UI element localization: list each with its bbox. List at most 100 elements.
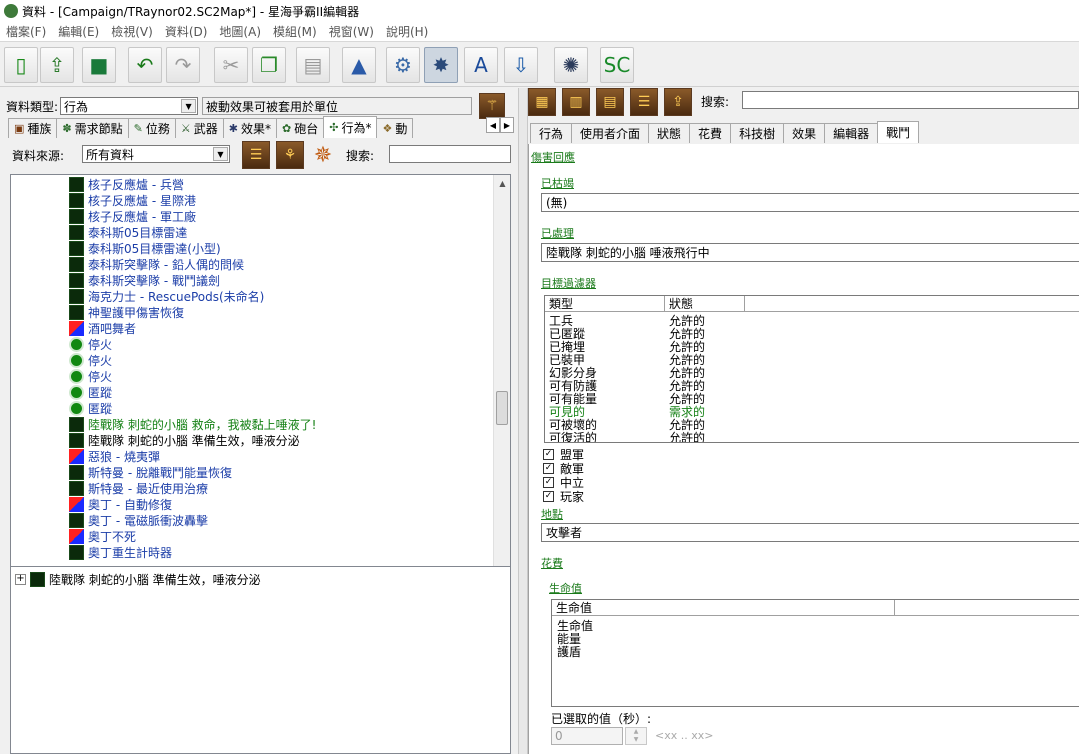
field-view-button[interactable]: ▥ (562, 88, 590, 116)
field-tab[interactable]: 科技樹 (730, 123, 785, 143)
data-editor-button[interactable]: ✸ (424, 47, 458, 83)
tab-requirement-node[interactable]: ✽ 需求節點 (56, 118, 129, 138)
right-search-input[interactable] (742, 91, 1079, 109)
menu-item[interactable]: 檔案(F) (0, 23, 52, 40)
tab-effect[interactable]: ✱ 效果* (222, 118, 278, 138)
tab-race[interactable]: ▣ 種族 (8, 118, 58, 138)
list-item[interactable]: 海克力士 - RescuePods(未命名) (69, 288, 264, 304)
checkmark-icon[interactable]: ✓ (543, 463, 554, 474)
list-item[interactable]: 匿蹤 (69, 400, 112, 416)
list-item[interactable]: 停火 (69, 336, 112, 352)
list-item[interactable]: 泰科斯05目標雷達 (69, 224, 187, 240)
save-button[interactable]: ■ (82, 47, 116, 83)
column-header-state[interactable]: 狀態 (665, 296, 745, 312)
field-tab[interactable]: 狀態 (648, 123, 691, 143)
list-item[interactable]: 陸戰隊 刺蛇的小腦 救命，我被黏上唾液了! (69, 416, 316, 432)
test-map-button[interactable]: SC (600, 47, 634, 83)
tab-behavior[interactable]: ✣ 行為* (323, 116, 378, 138)
export-button[interactable]: ⇪ (664, 88, 692, 116)
field-tab[interactable]: 使用者介面 (571, 123, 650, 143)
list-item[interactable]: 停火 (69, 352, 112, 368)
list-item[interactable]: 泰科斯05目標雷達(小型) (69, 240, 221, 256)
menu-item[interactable]: 視窗(W) (323, 23, 380, 40)
field-tab[interactable]: 戰鬥 (877, 121, 920, 143)
list-item[interactable]: 匿蹤 (69, 384, 112, 400)
data-type-select[interactable]: 行為 ▼ (60, 97, 199, 115)
new-file-button[interactable]: ▯ (4, 47, 38, 83)
open-file-button[interactable]: ⇪ (40, 47, 74, 83)
tab-mover[interactable]: ✎ 位務 (127, 118, 176, 138)
copy-button[interactable]: ❐ (252, 47, 286, 83)
processed-field[interactable]: 陸戰隊 刺蛇的小腦 唾液飛行中 (541, 243, 1079, 262)
list-item[interactable]: 泰科斯突擊隊 - 戰鬥議劍 (69, 272, 220, 288)
list-item[interactable]: 核子反應爐 - 星際港 (69, 192, 196, 208)
cutscene-editor-button[interactable]: ✺ (554, 47, 588, 83)
selected-value-input[interactable]: 0 (551, 727, 623, 745)
list-item[interactable]: 泰科斯突擊隊 - 鉛人偶的問候 (69, 256, 244, 272)
menu-item[interactable]: 資料(D) (159, 23, 214, 40)
checkmark-icon[interactable]: ✓ (543, 449, 554, 460)
cut-button[interactable]: ✂ (214, 47, 248, 83)
checkmark-icon[interactable]: ✓ (543, 477, 554, 488)
value-spinner[interactable]: ▲ ▼ (625, 727, 647, 745)
tab-scroll-left-button[interactable]: ◀ (486, 117, 500, 133)
view-options-button[interactable]: ⚚ (479, 93, 506, 119)
field-tab[interactable]: 編輯器 (824, 123, 879, 143)
scroll-up-icon[interactable]: ▲ (494, 175, 510, 192)
list-item[interactable]: 斯特曼 - 脫離戰鬥能量恢復 (69, 464, 232, 480)
list-item[interactable]: 停火 (69, 368, 112, 384)
alliance-checkbox[interactable]: ✓ 玩家 (543, 488, 584, 505)
exhausted-field[interactable]: (無) (541, 193, 1079, 212)
column-header-type[interactable]: 類型 (545, 296, 665, 312)
target-filter-grid[interactable]: 類型 狀態 工兵 允許的 已匿蹤 允許的 已掩埋 允許的 已裝甲 允許的 幻影分身 允許的 可有防護… (544, 295, 1079, 443)
detail-root-row[interactable]: + 陸戰隊 刺蛇的小腦 準備生效，唾液分泌 (15, 571, 261, 588)
list-item[interactable]: 奧丁不死 (69, 528, 136, 544)
list-item[interactable]: 奧丁 - 自動修復 (69, 496, 172, 512)
vital-row[interactable]: 護盾 (557, 646, 581, 659)
list-item[interactable]: 惡狼 - 燒夷彈 (69, 448, 160, 464)
list-item[interactable]: 酒吧舞者 (69, 320, 136, 336)
columns-view-button[interactable]: ▦ (528, 88, 556, 116)
vital-grid[interactable]: 生命值 生命值 能量 護盾 (551, 599, 1079, 707)
list-item[interactable]: 神聖護甲傷害恢復 (69, 304, 184, 320)
location-field[interactable]: 攻擊者 (541, 523, 1079, 542)
scrollbar-thumb[interactable] (496, 391, 508, 425)
pane-splitter[interactable] (518, 88, 528, 754)
menu-item[interactable]: 模組(M) (267, 23, 323, 40)
tab-scroll-right-button[interactable]: ▶ (500, 117, 514, 133)
left-search-input[interactable] (389, 145, 511, 163)
list-view-button[interactable]: ☰ (242, 141, 270, 169)
list-item[interactable]: 陸戰隊 刺蛇的小腦 準備生效，唾液分泌 (69, 432, 300, 448)
filter-type-cell[interactable]: 可復活的 (549, 432, 597, 443)
terrain-editor-button[interactable]: ▲ (342, 47, 376, 83)
redo-button[interactable]: ↷ (166, 47, 200, 83)
list-item[interactable]: 奧丁重生計時器 (69, 544, 172, 560)
import-editor-button[interactable]: ⇩ (504, 47, 538, 83)
object-icon[interactable]: ✵ (308, 140, 338, 170)
list-item[interactable]: 奧丁 - 電磁脈衝波轟擊 (69, 512, 208, 528)
text-editor-button[interactable]: A (464, 47, 498, 83)
tab-weapon[interactable]: ⚔ 武器 (174, 118, 224, 138)
list-item[interactable]: 核子反應爐 - 兵營 (69, 176, 184, 192)
undo-button[interactable]: ↶ (128, 47, 162, 83)
menu-item[interactable]: 檢視(V) (105, 23, 159, 40)
menu-item[interactable]: 說明(H) (380, 23, 434, 40)
list-item[interactable]: 斯特曼 - 最近使用治療 (69, 480, 208, 496)
field-tab[interactable]: 花費 (689, 123, 732, 143)
expand-icon[interactable]: + (15, 574, 26, 585)
column-header-vital[interactable]: 生命值 (552, 600, 895, 616)
list-item[interactable]: 核子反應爐 - 軍工廠 (69, 208, 196, 224)
field-tab[interactable]: 行為 (530, 123, 573, 143)
filter-state-cell[interactable]: 允許的 (669, 432, 705, 443)
source-select[interactable]: 所有資料 ▼ (82, 145, 230, 163)
list-details-button[interactable]: ☰ (630, 88, 658, 116)
tab-turret[interactable]: ✿ 砲台 (276, 118, 325, 138)
menu-item[interactable]: 編輯(E) (52, 23, 105, 40)
trigger-editor-button[interactable]: ⚙ (386, 47, 420, 83)
field-tab[interactable]: 效果 (783, 123, 826, 143)
menu-item[interactable]: 地圖(A) (213, 23, 267, 40)
tab-actor[interactable]: ❖ 動 (376, 118, 414, 138)
checkmark-icon[interactable]: ✓ (543, 491, 554, 502)
tree-view-button[interactable]: ⚘ (276, 141, 304, 169)
paste-button[interactable]: ▤ (296, 47, 330, 83)
